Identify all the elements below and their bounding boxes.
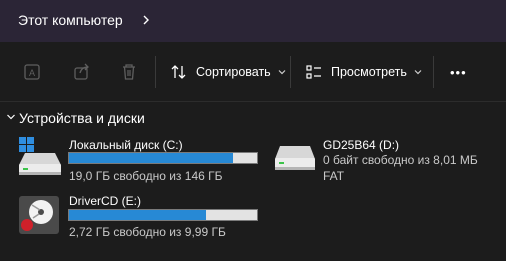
toolbar-divider [0, 101, 506, 102]
more-icon: ••• [450, 64, 467, 80]
windows-drive-icon [19, 137, 61, 175]
address-location[interactable]: Этот компьютер [18, 12, 123, 28]
chevron-down-icon [414, 70, 422, 75]
more-options-button[interactable]: ••• [450, 58, 467, 86]
cd-drive-icon [19, 196, 59, 234]
drive-usage-fill [69, 153, 233, 163]
file-explorer-window: Этот компьютер A Сортировать Просмотреть… [0, 0, 506, 261]
breadcrumb-chevron-icon[interactable] [140, 11, 152, 29]
drive-filesystem: FAT [323, 169, 345, 183]
command-bar: A Сортировать Просмотреть ••• [0, 42, 506, 102]
drive-name: GD25B64 (D:) [323, 138, 400, 152]
drive-free-space: 2,72 ГБ свободно из 9,99 ГБ [69, 225, 226, 239]
section-title: Устройства и диски [19, 110, 145, 126]
svg-text:A: A [29, 68, 35, 78]
view-button[interactable]: Просмотреть [305, 58, 423, 86]
drive-free-space: 19,0 ГБ свободно из 146 ГБ [69, 169, 223, 183]
drive-usage-fill [69, 210, 207, 220]
sort-label: Сортировать [196, 65, 271, 79]
toolbar-separator [290, 56, 291, 88]
toolbar-separator [433, 56, 434, 88]
sort-button[interactable]: Сортировать [170, 58, 287, 86]
drive-item-c[interactable]: Локальный диск (C:) 19,0 ГБ свободно из … [0, 132, 270, 184]
delete-icon[interactable] [119, 62, 139, 82]
chevron-down-icon [278, 70, 286, 75]
toolbar-separator [155, 56, 156, 88]
view-icon [306, 65, 321, 79]
share-icon[interactable] [72, 62, 92, 82]
drive-item-e[interactable]: DriverCD (E:) 2,72 ГБ свободно из 9,99 Г… [0, 190, 270, 242]
chevron-down-icon[interactable] [6, 112, 16, 122]
sort-icon [171, 65, 186, 79]
view-label: Просмотреть [331, 65, 407, 79]
drive-usage-bar [68, 152, 258, 164]
devices-section-header[interactable]: Устройства и диски [0, 104, 506, 130]
drive-item-d[interactable]: GD25B64 (D:) 0 байт свободно из 8,01 МБ … [270, 132, 506, 184]
drive-icon [275, 146, 315, 170]
address-bar[interactable]: Этот компьютер [0, 0, 506, 42]
rename-icon[interactable]: A [22, 62, 42, 82]
drive-usage-bar [68, 209, 258, 221]
drive-free-space: 0 байт свободно из 8,01 МБ [323, 153, 478, 167]
drive-name: Локальный диск (C:) [69, 138, 183, 152]
drive-name: DriverCD (E:) [69, 194, 141, 208]
